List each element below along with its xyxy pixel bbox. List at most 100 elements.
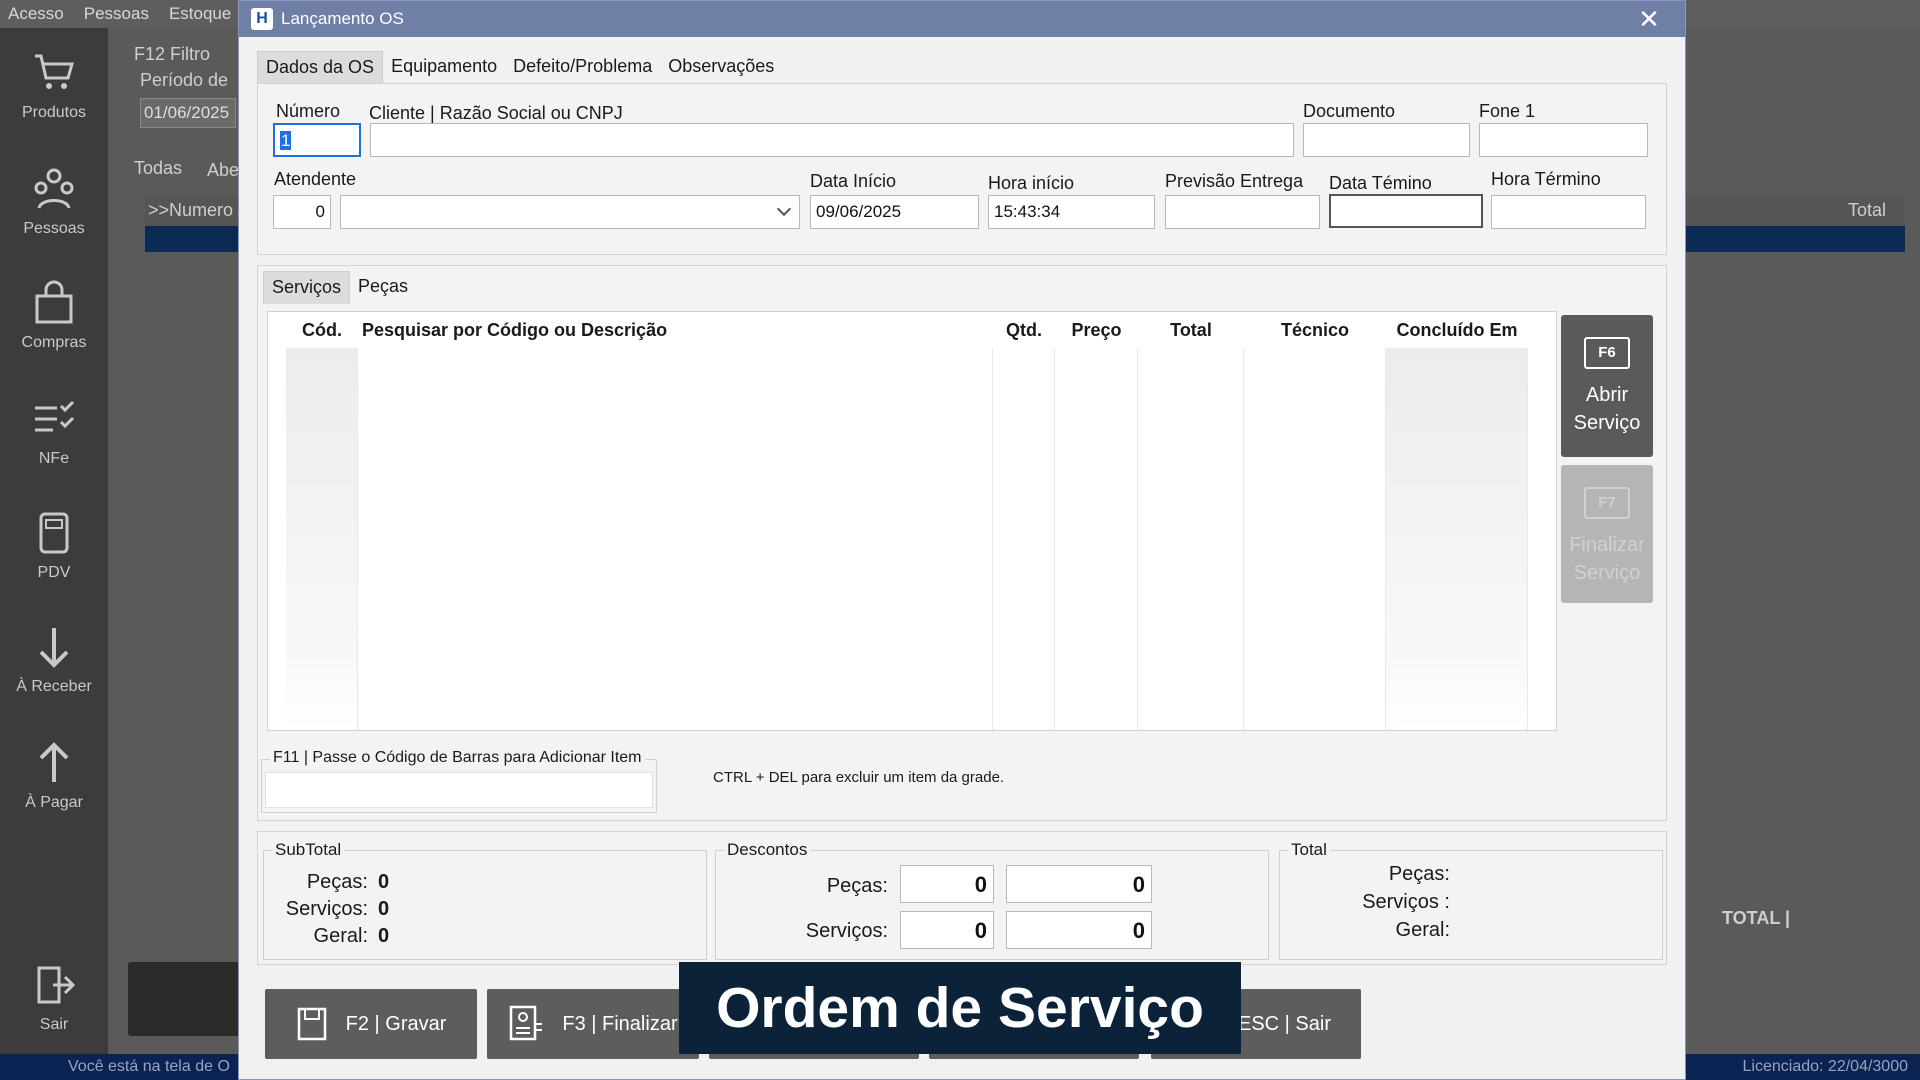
atendente-code-input[interactable]: 0 [273,195,331,229]
f6-key-icon: F6 [1584,337,1630,369]
descontos-pecas-label: Peças: [826,875,888,897]
finalizar-servico-button[interactable]: F7 Finalizar Serviço [1561,465,1653,603]
col-concluido-em[interactable]: Concluído Em [1386,312,1528,348]
subtotal-pecas-value: 0 [378,871,390,893]
col-tecnico[interactable]: Técnico [1244,312,1386,348]
total-servicos-label: Serviços : [1362,891,1450,913]
cliente-input[interactable] [370,123,1294,157]
chevron-down-icon[interactable] [776,201,792,217]
close-icon[interactable]: ✕ [1635,5,1663,33]
tab-defeito-problema[interactable]: Defeito/Problema [505,51,660,84]
bg-period-date: 01/06/2025 [140,98,236,128]
pos-terminal-icon [39,512,69,554]
f7-key-icon: F7 [1584,487,1630,519]
status-left: Você está na tela de O [68,1058,230,1075]
services-grid[interactable]: Cód. Pesquisar por Código ou Descrição Q… [267,311,1557,731]
grid-col-body [286,348,358,730]
col-qtd[interactable]: Qtd. [993,312,1055,348]
bg-total-label: TOTAL | [1722,908,1791,928]
grid-col-body [993,348,1055,730]
document-user-icon [510,1005,543,1041]
status-right: Licenciado: 22/04/3000 [1742,1058,1908,1075]
hora-inicio-label: Hora início [988,173,1075,193]
sidebar-item-nfe[interactable]: NFe [0,396,108,468]
previsao-entrega-input[interactable] [1165,195,1320,229]
barcode-group: F11 | Passe o Código de Barras para Adic… [261,749,657,813]
bag-icon [35,280,73,324]
menu-pessoas[interactable]: Pessoas [84,4,149,24]
finalizar-button[interactable]: F3 | Finalizar [487,989,699,1059]
numero-input[interactable]: 1 [273,123,361,157]
main-tabs: Dados da OS Equipamento Defeito/Problema… [257,51,782,84]
bg-grid-col: >>Numero [148,200,234,220]
subtotal-title: SubTotal [272,840,345,860]
gravar-button[interactable]: F2 | Gravar [265,989,477,1059]
data-inicio-input[interactable]: 09/06/2025 [810,195,979,229]
bg-grid-total: Total [1848,200,1887,220]
menu-acesso[interactable]: Acesso [8,4,64,24]
subtotal-servicos-label: Serviços: [285,898,368,920]
bg-period-label: Período de [140,70,229,90]
sidebar-item-sair[interactable]: Sair [0,962,108,1034]
tab-dados-da-os[interactable]: Dados da OS [257,51,384,84]
checklist-icon [35,400,75,432]
sidebar-item-produtos[interactable]: Produtos [0,50,108,122]
col-total[interactable]: Total [1138,312,1244,348]
tab-servicos[interactable]: Serviços [263,271,351,304]
tab-equipamento[interactable]: Equipamento [383,51,505,84]
arrow-down-icon [39,628,69,668]
subtotal-geral-value: 0 [378,925,390,947]
sidebar-item-a-receber[interactable]: À Receber [0,624,108,696]
hora-termino-input[interactable] [1491,195,1646,229]
subtotal-pecas-label: Peças: [306,871,368,893]
save-icon [297,1007,326,1041]
total-geral-label: Geral: [1395,919,1450,941]
desconto-pecas-value-input[interactable]: 0 [1006,865,1152,903]
hora-inicio-input[interactable]: 15:43:34 [988,195,1155,229]
descontos-group: Descontos Peças: 0 0 Serviços: 0 0 [715,840,1269,960]
arrow-up-icon [39,742,69,782]
cliente-label: Cliente | Razão Social ou CNPJ [369,103,623,123]
tab-pecas[interactable]: Peças [350,271,416,304]
sidebar-item-a-pagar[interactable]: À Pagar [0,740,108,812]
barcode-label: F11 | Passe o Código de Barras para Adic… [270,749,645,767]
numero-label: Número [276,101,341,121]
documento-label: Documento [1303,101,1396,121]
data-inicio-label: Data Início [810,171,897,191]
bg-filter-label: F12 Filtro [134,44,211,64]
subtotal-geral-label: Geral: [313,925,368,947]
col-descricao[interactable]: Pesquisar por Código ou Descrição [358,312,993,348]
abrir-servico-button[interactable]: F6 Abrir Serviço [1561,315,1653,457]
menu-estoque[interactable]: Estoque [169,4,231,24]
tab-observacoes[interactable]: Observações [660,51,782,84]
desconto-servicos-percent-input[interactable]: 0 [900,911,994,949]
items-tabs: Serviços Peças [263,271,416,304]
subtotal-group: SubTotal Peças: 0 Serviços: 0 Geral: 0 [263,840,707,960]
desconto-pecas-percent-input[interactable]: 0 [900,865,994,903]
total-title: Total [1288,840,1330,860]
sidebar-item-pdv[interactable]: PDV [0,510,108,582]
cart-icon [35,54,74,89]
data-termino-input[interactable] [1329,194,1483,228]
hora-termino-label: Hora Término [1491,169,1601,189]
fone-label: Fone 1 [1479,101,1536,121]
total-pecas-label: Peças: [1388,863,1450,885]
fone-input[interactable] [1479,123,1648,157]
desconto-servicos-value-input[interactable]: 0 [1006,911,1152,949]
sidebar-item-compras[interactable]: Compras [0,280,108,352]
exit-icon [37,966,76,1004]
grid-col-body [1055,348,1138,730]
total-group: Total Peças: Serviços : Geral: [1279,840,1663,960]
atendente-select[interactable] [340,195,800,229]
col-cod[interactable]: Cód. [286,312,358,348]
grid-col-body [358,348,993,730]
documento-input[interactable] [1303,123,1470,157]
grid-col-body [1244,348,1386,730]
col-preco[interactable]: Preço [1055,312,1138,348]
grid-col-body [1386,348,1528,730]
barcode-input[interactable] [265,772,653,808]
sidebar-item-pessoas[interactable]: Pessoas [0,166,108,238]
atendente-label: Atendente [274,169,357,189]
descontos-servicos-label: Serviços: [805,920,888,942]
data-termino-label: Data Témino [1329,173,1432,193]
